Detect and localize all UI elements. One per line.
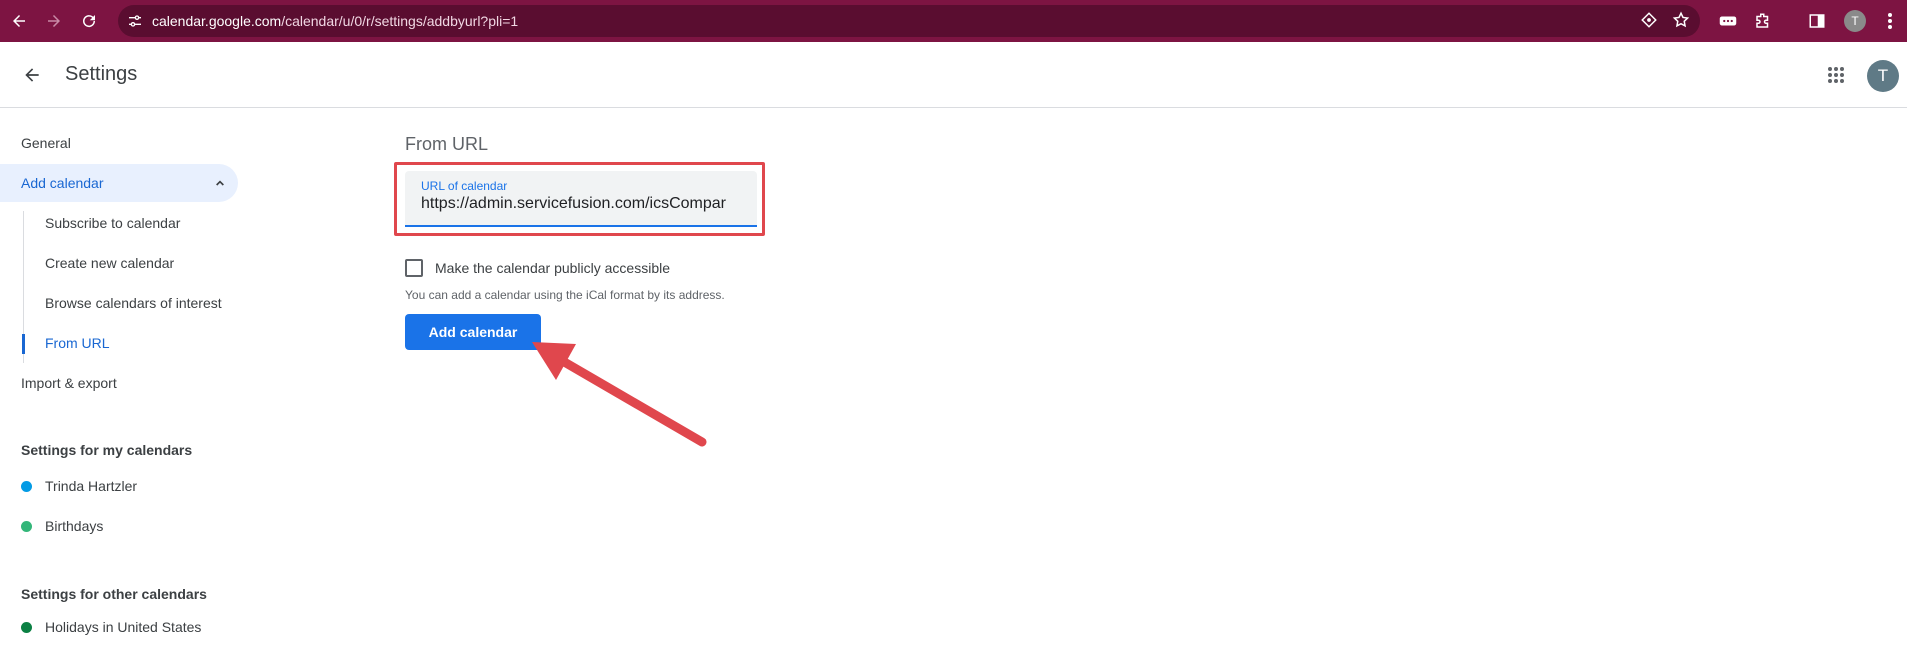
url-field-label: URL of calendar [421, 179, 508, 193]
site-settings-icon[interactable] [118, 5, 152, 37]
lens-icon[interactable] [1640, 11, 1658, 34]
browser-menu-icon[interactable] [1875, 6, 1905, 36]
annotation-arrow-icon [532, 342, 707, 447]
profile-icon[interactable]: T [1840, 6, 1870, 36]
sidebar-item-from-url[interactable]: From URL [0, 324, 260, 362]
calendar-color-dot [21, 520, 32, 532]
reload-icon[interactable] [74, 6, 104, 36]
forward-arrow-icon[interactable] [39, 6, 69, 36]
calendar-item-trinda[interactable]: Trinda Hartzler [0, 467, 137, 505]
sidebar-item-general[interactable]: General [0, 124, 238, 162]
sidebar-item-add-calendar[interactable]: Add calendar [0, 164, 238, 202]
helper-text: You can add a calendar using the iCal fo… [405, 288, 725, 302]
calendar-url-input[interactable] [421, 195, 751, 213]
sidebar-item-subscribe[interactable]: Subscribe to calendar [0, 204, 260, 242]
back-arrow-icon[interactable] [16, 59, 48, 91]
sidebar-item-create-new[interactable]: Create new calendar [0, 244, 260, 282]
settings-header: Settings T [0, 42, 1907, 108]
google-apps-icon[interactable] [1820, 59, 1852, 91]
other-calendars-heading: Settings for other calendars [21, 586, 207, 602]
extension-icon[interactable] [1713, 6, 1743, 36]
calendar-item-birthdays[interactable]: Birthdays [0, 507, 103, 545]
bookmark-star-icon[interactable] [1672, 11, 1690, 34]
public-access-label: Make the calendar publicly accessible [435, 260, 671, 276]
calendar-color-dot [21, 621, 32, 633]
back-arrow-icon[interactable] [4, 6, 34, 36]
address-url: calendar.google.com/calendar/u/0/r/setti… [152, 13, 519, 29]
public-access-checkbox[interactable] [405, 259, 423, 277]
browser-toolbar: calendar.google.com/calendar/u/0/r/setti… [0, 0, 1907, 42]
sidebar-item-import-export[interactable]: Import & export [0, 364, 238, 402]
sidebar-item-browse[interactable]: Browse calendars of interest [0, 284, 260, 322]
chevron-up-icon [212, 175, 228, 194]
section-title: From URL [405, 134, 489, 154]
add-calendar-button[interactable]: Add calendar [405, 314, 541, 350]
page-title: Settings [65, 63, 138, 85]
account-avatar[interactable]: T [1867, 60, 1899, 92]
my-calendars-heading: Settings for my calendars [21, 442, 193, 458]
settings-sidebar: General Add calendar Subscribe to calend… [0, 108, 260, 640]
extensions-puzzle-icon[interactable] [1748, 6, 1778, 36]
calendar-color-dot [21, 480, 32, 492]
calendar-item-holidays[interactable]: Holidays in United States [0, 608, 201, 646]
public-access-row[interactable]: Make the calendar publicly accessible [405, 259, 670, 277]
side-panel-icon[interactable] [1802, 6, 1832, 36]
calendar-url-field[interactable]: URL of calendar [405, 171, 757, 227]
address-bar[interactable]: calendar.google.com/calendar/u/0/r/setti… [118, 5, 1700, 37]
